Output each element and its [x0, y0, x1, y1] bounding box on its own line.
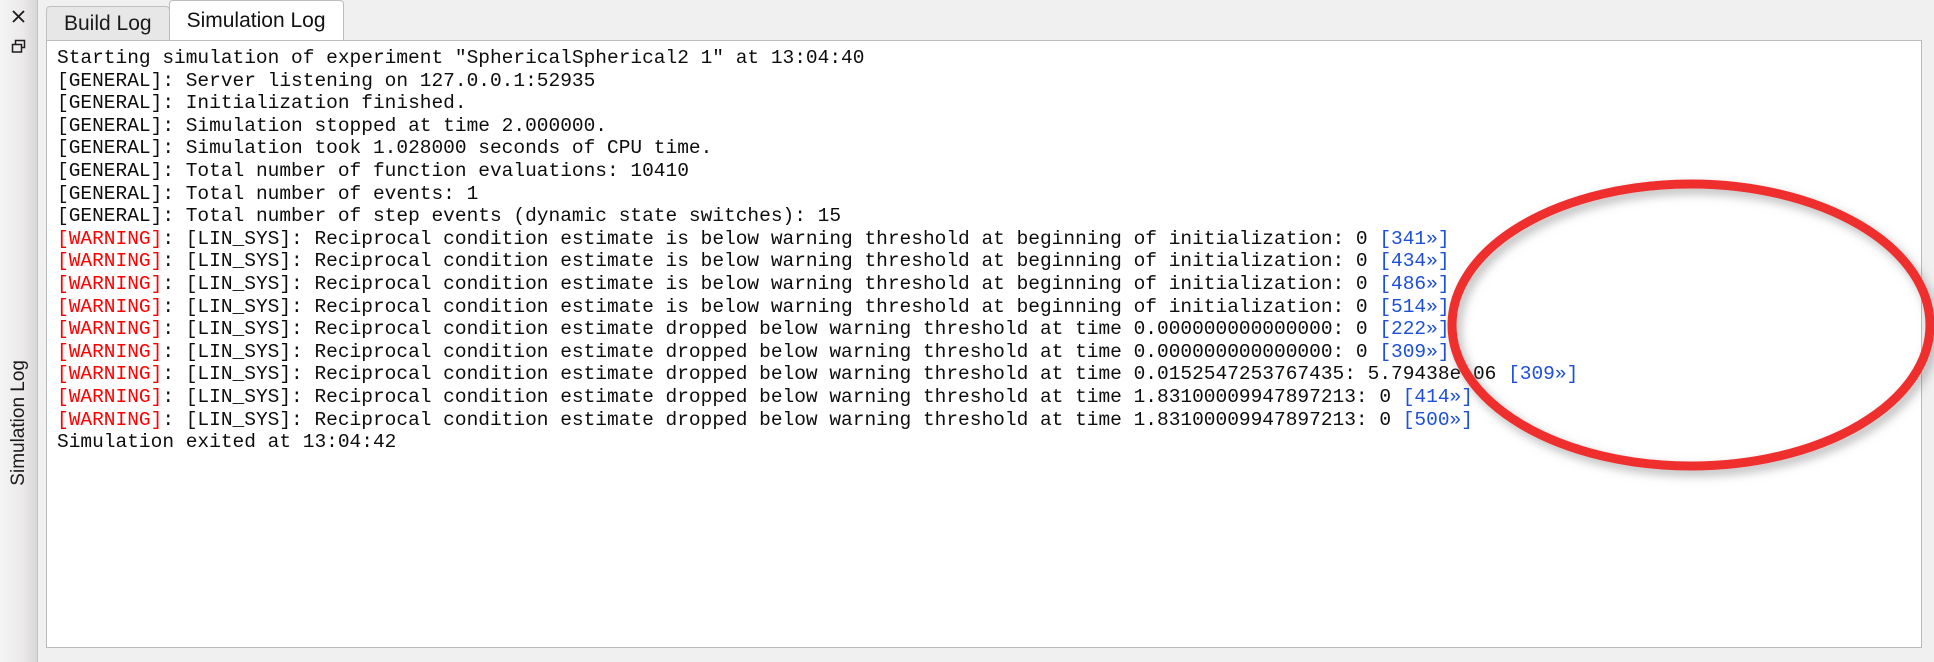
log-severity-general: [GENERAL] — [57, 205, 163, 228]
log-line: [WARNING]: [LIN_SYS]: Reciprocal conditi… — [57, 386, 1921, 409]
log-line-text: : Simulation stopped at time 2.000000. — [162, 114, 608, 137]
log-line: [GENERAL]: Total number of step events (… — [57, 205, 1921, 228]
close-icon — [11, 9, 26, 24]
log-line-text: : Server listening on 127.0.0.1:52935 — [162, 69, 596, 92]
log-line-reference-link[interactable]: [486»] — [1379, 273, 1449, 295]
log-line-reference-link[interactable]: [222»] — [1379, 318, 1449, 340]
tab-simulation-log[interactable]: Simulation Log — [168, 0, 344, 40]
log-line-text: Simulation exited at 13:04:42 — [57, 431, 397, 454]
log-line-text: : [LIN_SYS]: Reciprocal condition estima… — [162, 272, 1380, 295]
log-line-reference-link[interactable]: [309»] — [1379, 341, 1449, 363]
log-line-reference-link[interactable]: [341»] — [1379, 228, 1449, 250]
log-line: Simulation exited at 13:04:42 — [57, 431, 1921, 454]
log-severity-general: [GENERAL] — [57, 92, 163, 115]
log-line: [GENERAL]: Simulation stopped at time 2.… — [57, 115, 1921, 138]
tab-bar: Build Log Simulation Log — [38, 0, 1934, 40]
log-text-area[interactable]: Starting simulation of experiment "Spher… — [46, 40, 1922, 648]
log-line: [GENERAL]: Total number of events: 1 — [57, 183, 1921, 206]
dock-panel-title: Simulation Log — [7, 360, 29, 486]
simulation-log-window: Simulation Log Build Log Simulation Log … — [0, 0, 1934, 662]
log-severity-warning: [WARNING] — [57, 340, 163, 363]
log-pane: Build Log Simulation Log Starting simula… — [38, 0, 1934, 662]
log-line-text: : Total number of events: 1 — [162, 182, 479, 205]
log-line-text: : [LIN_SYS]: Reciprocal condition estima… — [162, 385, 1403, 408]
log-line-text: : [LIN_SYS]: Reciprocal condition estima… — [162, 227, 1380, 250]
log-line-text: : [LIN_SYS]: Reciprocal condition estima… — [162, 318, 1380, 341]
log-severity-general: [GENERAL] — [57, 114, 163, 137]
log-line-reference-link[interactable]: [514»] — [1379, 296, 1449, 318]
log-line-reference-link[interactable]: [414»] — [1403, 386, 1473, 408]
log-severity-warning: [WARNING] — [57, 408, 163, 431]
log-line-text: : [LIN_SYS]: Reciprocal condition estima… — [162, 408, 1403, 431]
log-line: [WARNING]: [LIN_SYS]: Reciprocal conditi… — [57, 273, 1921, 296]
log-severity-warning: [WARNING] — [57, 227, 163, 250]
log-line-reference-link[interactable]: [309»] — [1508, 363, 1578, 385]
log-line: [WARNING]: [LIN_SYS]: Reciprocal conditi… — [57, 409, 1921, 432]
log-line: [GENERAL]: Total number of function eval… — [57, 160, 1921, 183]
log-line: [WARNING]: [LIN_SYS]: Reciprocal conditi… — [57, 318, 1921, 341]
tab-simulation-log-label: Simulation Log — [186, 8, 326, 32]
log-severity-warning: [WARNING] — [57, 318, 163, 341]
log-line-text: : [LIN_SYS]: Reciprocal condition estima… — [162, 250, 1380, 273]
log-line-list: Starting simulation of experiment "Spher… — [47, 41, 1921, 647]
log-severity-general: [GENERAL] — [57, 182, 163, 205]
log-line-text: : [LIN_SYS]: Reciprocal condition estima… — [162, 340, 1380, 363]
log-line: [WARNING]: [LIN_SYS]: Reciprocal conditi… — [57, 228, 1921, 251]
log-severity-general: [GENERAL] — [57, 69, 163, 92]
dock-strip: Simulation Log — [0, 0, 38, 662]
log-line: [WARNING]: [LIN_SYS]: Reciprocal conditi… — [57, 363, 1921, 386]
tab-build-log[interactable]: Build Log — [46, 6, 170, 40]
log-line-text: Starting simulation of experiment "Spher… — [57, 47, 865, 69]
log-line: [WARNING]: [LIN_SYS]: Reciprocal conditi… — [57, 250, 1921, 273]
log-severity-general: [GENERAL] — [57, 159, 163, 182]
log-line-text: : Total number of function evaluations: … — [162, 159, 689, 182]
restore-window-button[interactable] — [5, 32, 33, 60]
log-line-text: : Simulation took 1.028000 seconds of CP… — [162, 137, 713, 160]
restore-window-icon — [11, 39, 26, 54]
log-line: [GENERAL]: Initialization finished. — [57, 92, 1921, 115]
log-line-text: : Initialization finished. — [162, 92, 467, 115]
log-severity-warning: [WARNING] — [57, 272, 163, 295]
log-severity-warning: [WARNING] — [57, 295, 163, 318]
log-line: Starting simulation of experiment "Spher… — [57, 47, 1921, 70]
log-line: [GENERAL]: Simulation took 1.028000 seco… — [57, 137, 1921, 160]
log-line: [GENERAL]: Server listening on 127.0.0.1… — [57, 70, 1921, 93]
close-button[interactable] — [5, 2, 33, 30]
log-severity-warning: [WARNING] — [57, 250, 163, 273]
log-severity-warning: [WARNING] — [57, 385, 163, 408]
log-severity-warning: [WARNING] — [57, 363, 163, 386]
log-severity-general: [GENERAL] — [57, 137, 163, 160]
log-line-text: : [LIN_SYS]: Reciprocal condition estima… — [162, 363, 1509, 386]
log-line-text: : Total number of step events (dynamic s… — [162, 205, 842, 228]
log-line: [WARNING]: [LIN_SYS]: Reciprocal conditi… — [57, 341, 1921, 364]
log-line-reference-link[interactable]: [434»] — [1379, 250, 1449, 272]
log-line-reference-link[interactable]: [500»] — [1403, 409, 1473, 431]
tab-build-log-label: Build Log — [64, 11, 152, 35]
log-line-text: : [LIN_SYS]: Reciprocal condition estima… — [162, 295, 1380, 318]
log-line: [WARNING]: [LIN_SYS]: Reciprocal conditi… — [57, 296, 1921, 319]
